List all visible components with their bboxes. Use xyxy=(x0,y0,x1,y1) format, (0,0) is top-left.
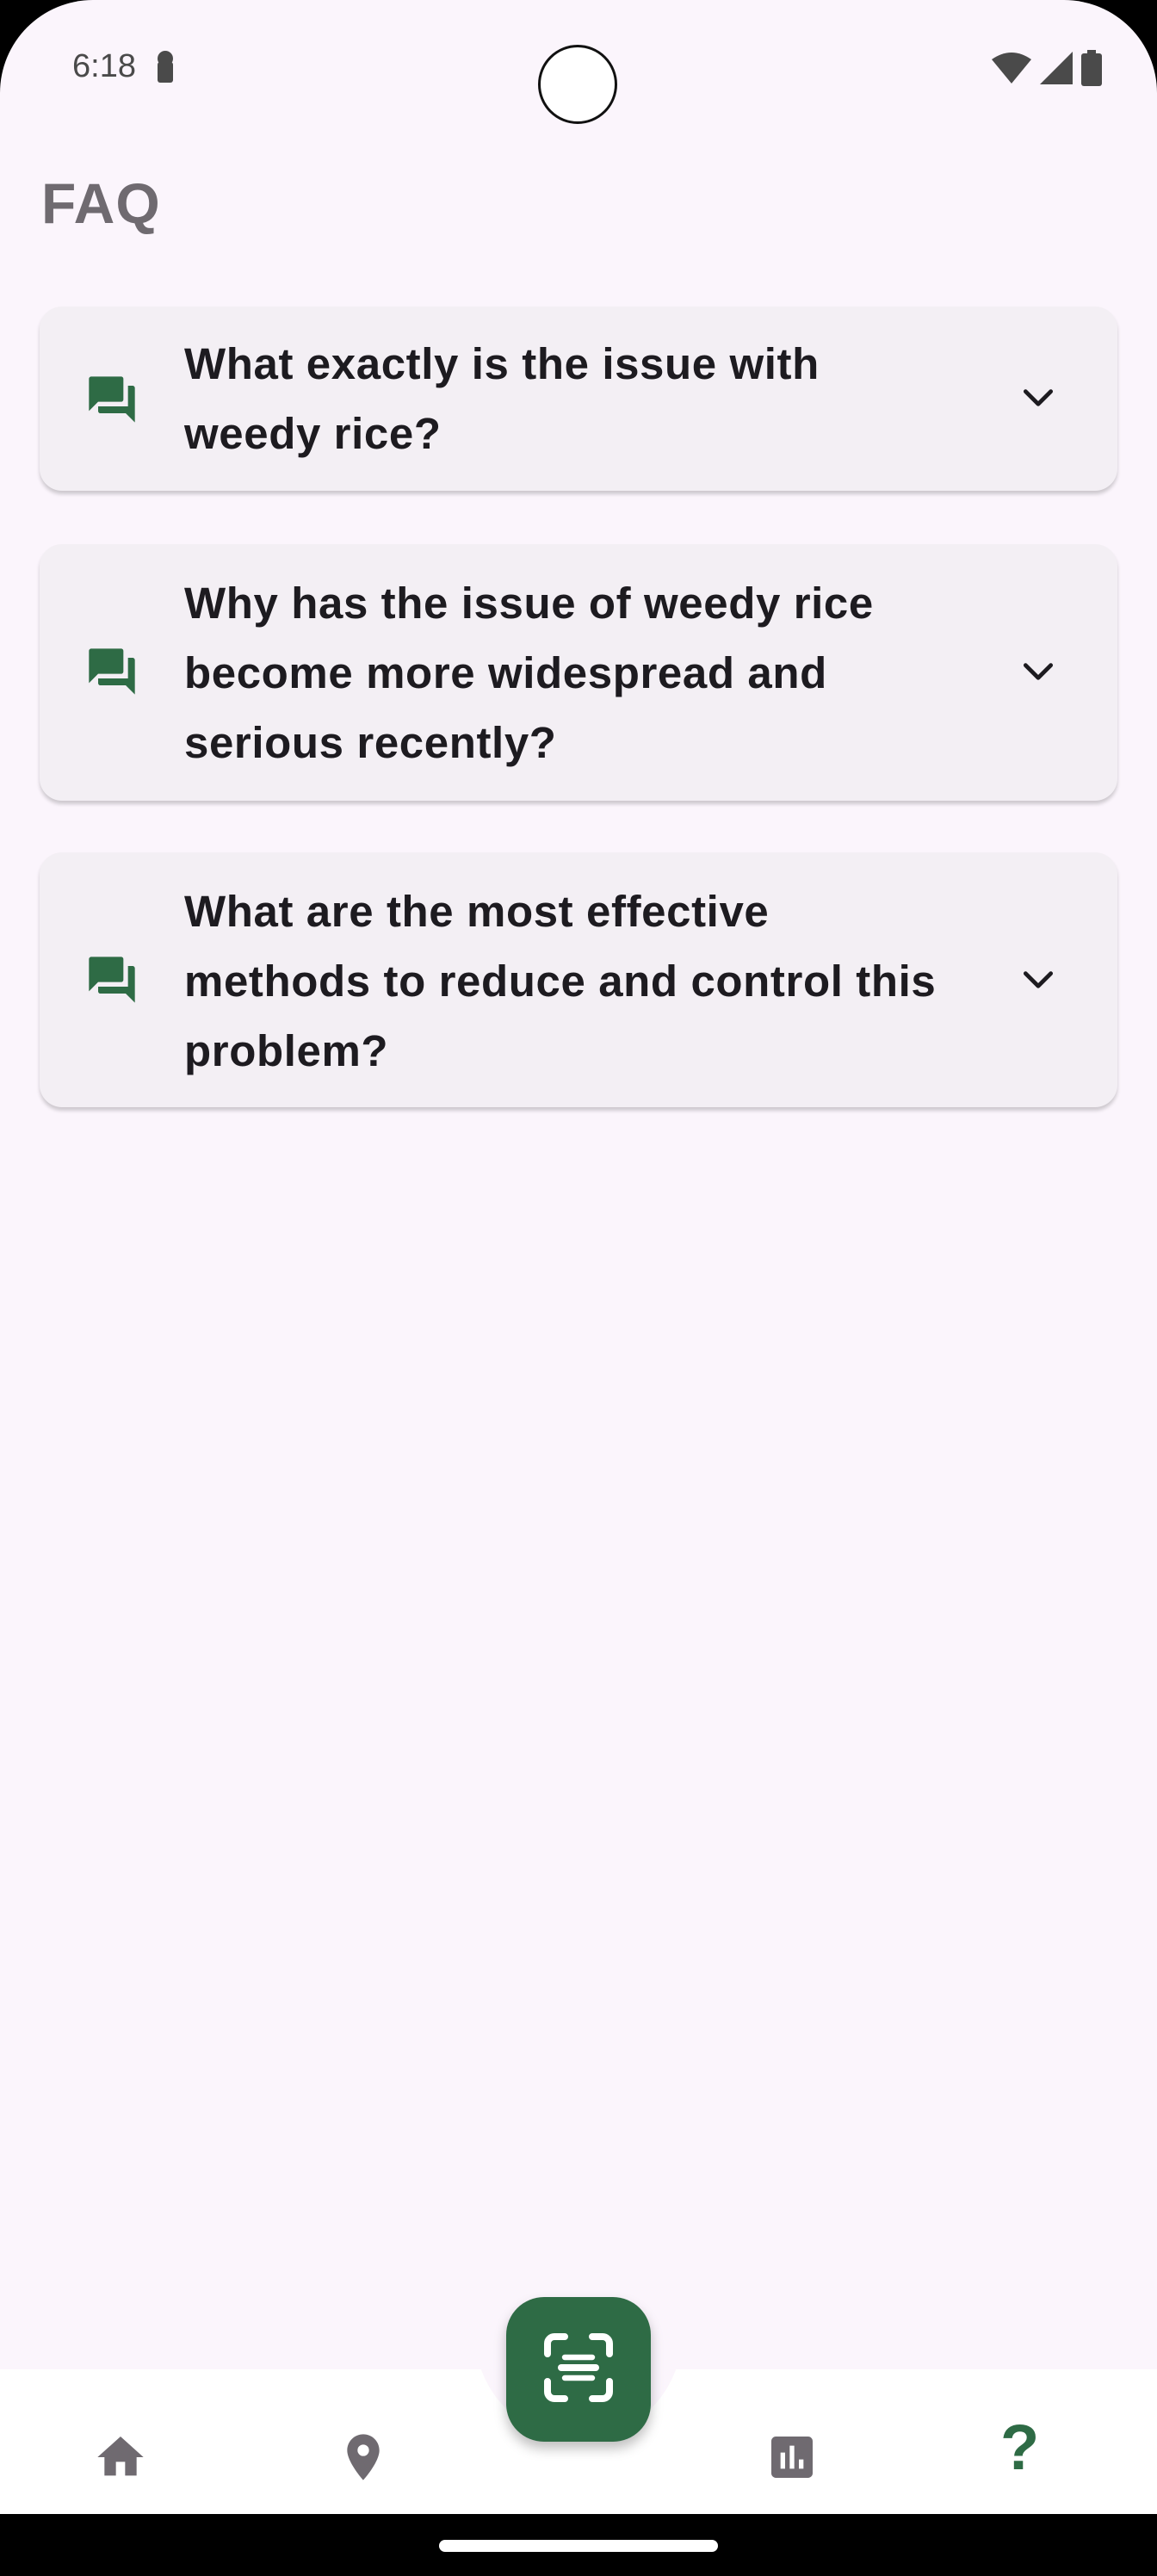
camera-cutout xyxy=(538,45,617,124)
status-icons xyxy=(992,50,1102,90)
chat-icon xyxy=(84,372,139,431)
status-time: 6:18 xyxy=(72,48,136,84)
home-gesture-pill[interactable] xyxy=(439,2540,718,2552)
nav-stats[interactable] xyxy=(749,2416,835,2502)
faq-question: Why has the issue of weedy rice become m… xyxy=(184,579,874,767)
signal-icon xyxy=(1040,52,1073,89)
nav-home[interactable] xyxy=(77,2416,164,2502)
bar-chart-icon xyxy=(764,2430,820,2489)
chevron-down-icon[interactable] xyxy=(1019,379,1057,421)
faq-item[interactable]: What are the most effective methods to r… xyxy=(40,852,1117,1107)
location-pin-icon xyxy=(336,2430,391,2489)
faq-question: What are the most effective methods to r… xyxy=(184,887,937,1075)
wifi-icon xyxy=(992,53,1031,88)
battery-icon xyxy=(1081,50,1102,90)
page-title: FAQ xyxy=(41,171,161,235)
screen: 6:18 FAQ What exactly is the issue with … xyxy=(0,0,1157,2576)
chevron-down-icon[interactable] xyxy=(1019,961,1057,1003)
scan-button[interactable] xyxy=(506,2297,651,2442)
nav-map[interactable] xyxy=(320,2416,406,2502)
faq-question: What exactly is the issue with weedy ric… xyxy=(184,339,820,458)
lock-icon xyxy=(155,50,176,89)
help-icon[interactable]: ? xyxy=(1000,2411,1039,2484)
scan-icon xyxy=(537,2326,620,2413)
chat-icon xyxy=(84,644,139,703)
chat-icon xyxy=(84,952,139,1012)
home-icon xyxy=(93,2430,148,2489)
chevron-down-icon[interactable] xyxy=(1019,653,1057,695)
faq-item[interactable]: What exactly is the issue with weedy ric… xyxy=(40,307,1117,491)
faq-item[interactable]: Why has the issue of weedy rice become m… xyxy=(40,544,1117,801)
